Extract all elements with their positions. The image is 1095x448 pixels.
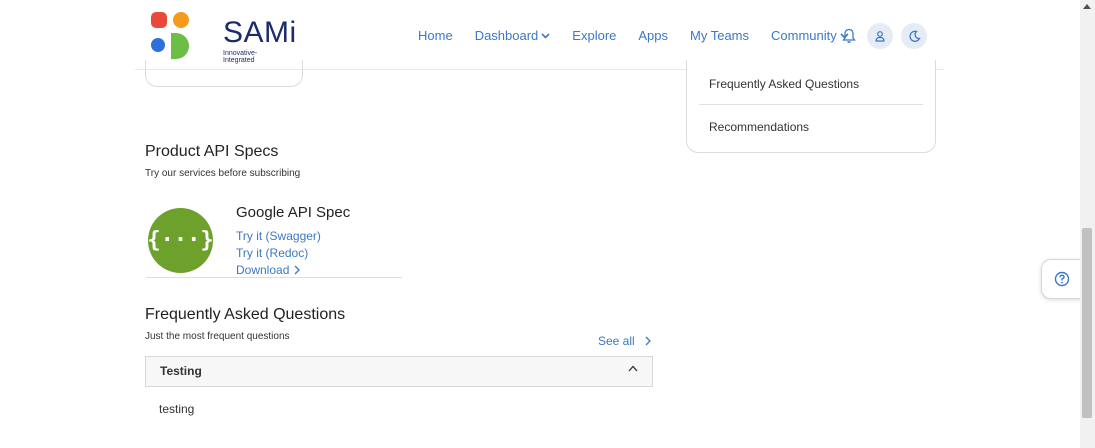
nav-my-teams[interactable]: My Teams (690, 28, 749, 43)
sidebar-item-recommendations[interactable]: Recommendations (709, 120, 809, 134)
faq-accordion-header[interactable]: Testing (145, 356, 653, 387)
api-logo-glyph: {···} (147, 228, 214, 253)
faq-answer: testing (159, 402, 195, 416)
help-icon (1054, 271, 1070, 287)
swagger-logo-icon: {···} (147, 208, 214, 273)
see-all-label: See all (598, 334, 635, 348)
faq-section-title: Frequently Asked Questions (145, 306, 346, 323)
chevron-right-icon (294, 265, 301, 275)
help-button[interactable] (1041, 259, 1082, 299)
moon-icon (908, 30, 921, 42)
sidebar-divider (699, 104, 923, 105)
theme-toggle-button[interactable] (901, 23, 927, 49)
chevron-right-icon (645, 336, 651, 346)
user-account-button[interactable] (867, 23, 893, 49)
logo-dot-green (171, 33, 189, 59)
download-link[interactable]: Download (236, 263, 301, 277)
brand-name: SAMi (223, 16, 297, 49)
nav-home[interactable]: Home (418, 28, 453, 43)
api-section-title: Product API Specs (145, 143, 279, 160)
logo-dot-red (151, 12, 167, 28)
try-swagger-link[interactable]: Try it (Swagger) (236, 229, 321, 243)
faq-section-subtitle: Just the most frequent questions (145, 331, 290, 342)
chevron-down-icon (541, 32, 550, 39)
nav-dashboard-label: Dashboard (474, 28, 539, 43)
content-card (145, 60, 303, 87)
main-nav: Home Dashboard Explore Apps My Teams Com… (418, 28, 871, 43)
nav-apps[interactable]: Apps (638, 28, 668, 43)
sami-logo[interactable]: SAMi Innovative-Integrated (151, 12, 296, 64)
nav-community-label: Community (771, 28, 837, 43)
scroll-up-arrow-icon[interactable] (1083, 4, 1091, 9)
logo-dot-orange (173, 12, 189, 28)
nav-explore[interactable]: Explore (572, 28, 616, 43)
nav-dashboard[interactable]: Dashboard (475, 28, 551, 43)
faq-question: Testing (160, 364, 202, 378)
api-divider (146, 277, 402, 278)
scrollbar-thumb[interactable] (1082, 228, 1092, 418)
see-all-link[interactable]: See all (598, 334, 651, 348)
bell-icon (842, 28, 856, 43)
logo-dot-blue (151, 38, 165, 52)
chevron-up-icon (628, 365, 638, 372)
download-label: Download (236, 263, 290, 277)
page-scrollbar[interactable] (1080, 0, 1095, 448)
notifications-button[interactable] (836, 23, 862, 49)
api-spec-name: Google API Spec (236, 204, 351, 221)
try-redoc-link[interactable]: Try it (Redoc) (236, 246, 308, 260)
sidebar-nav-card: Frequently Asked Questions Recommendatio… (686, 60, 936, 153)
sidebar-item-faq[interactable]: Frequently Asked Questions (709, 77, 859, 91)
api-section-subtitle: Try our services before subscribing (145, 168, 301, 179)
user-icon (875, 31, 885, 42)
